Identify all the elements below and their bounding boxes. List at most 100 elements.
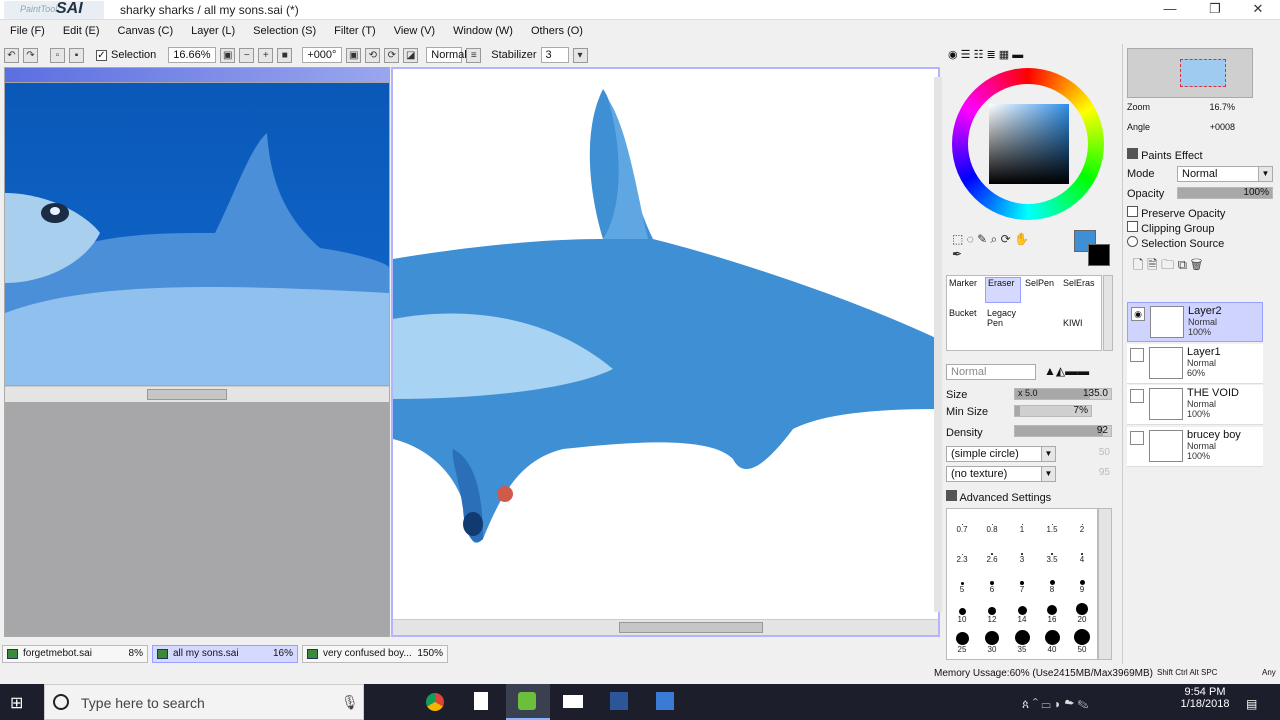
brush-size-cell[interactable]: 6 (977, 571, 1007, 594)
brush-size-cell[interactable]: 3 (1007, 541, 1037, 564)
selection-source-radio[interactable] (1127, 236, 1138, 247)
brush-size-cell[interactable]: 25 (947, 631, 977, 654)
brush-size-cell[interactable]: 40 (1037, 630, 1067, 654)
taskbar-clock[interactable]: 9:54 PM 1/18/2018 (1172, 686, 1238, 710)
brush-size-cell[interactable]: 14 (1007, 601, 1037, 624)
brush-size-cell[interactable]: 9 (1067, 571, 1097, 594)
tool-legacy-pen[interactable]: Legacy Pen (987, 308, 1017, 328)
menu-selection[interactable]: Selection (S) (243, 25, 324, 37)
deselect-icon[interactable]: ▫ (50, 47, 65, 63)
brush-size-cell[interactable]: 10 (947, 601, 977, 624)
microphone-icon[interactable]: 🎙 (341, 694, 359, 711)
brush-size-cell[interactable]: 7 (1007, 571, 1037, 594)
brush-size-cell[interactable]: 50 (1067, 629, 1097, 654)
menu-edit[interactable]: Edit (E) (53, 25, 108, 37)
document-tab[interactable]: all my sons.sai 16% (152, 645, 298, 663)
selection-tool-icons[interactable]: ⬚ ◌ ✎ ⌕ ⟳ ✋ ✒ (952, 232, 1040, 266)
notification-icon[interactable]: ▤ (1246, 697, 1257, 711)
layer-row[interactable]: ◉ Layer2 Normal 100% (1127, 302, 1263, 342)
minimize-button[interactable]: — (1148, 0, 1192, 20)
document-tab[interactable]: very confused boy... 150% (302, 645, 448, 663)
menu-window[interactable]: Window (W) (443, 25, 521, 37)
tool-kiwi[interactable]: KIWI (1063, 318, 1083, 328)
mail-icon[interactable] (552, 684, 596, 720)
main-canvas-window[interactable] (391, 67, 942, 637)
brush-size-cell[interactable]: 0.8 (977, 511, 1007, 534)
eye-icon[interactable] (1130, 348, 1144, 362)
brush-size-cell[interactable]: 8 (1037, 571, 1067, 594)
menu-others[interactable]: Others (O) (521, 25, 591, 37)
size-slider[interactable]: x 5.0 135.0 (1014, 388, 1112, 400)
tray-icons[interactable]: ጰ ⌃ ▭ ◗ ☁ ✎ (1022, 697, 1088, 712)
opacity-slider[interactable]: 100% (1177, 187, 1273, 199)
invert-selection-icon[interactable]: ▪ (69, 47, 84, 63)
secondary-canvas-hscroll-thumb[interactable] (147, 389, 227, 400)
tool-seleras[interactable]: SelEras (1063, 278, 1095, 288)
menu-view[interactable]: View (V) (384, 25, 443, 37)
layer-row[interactable]: Layer1 Normal 60% (1127, 344, 1263, 384)
undo-icon[interactable]: ↶ (4, 47, 19, 63)
brush-tip-shape-icons[interactable]: ▲◭▬▬ (1044, 364, 1112, 380)
layer-action-icons[interactable]: 🗋 🗎 🗀 ⧉ 🗑 (1133, 256, 1273, 292)
preserve-opacity-checkbox[interactable] (1127, 206, 1138, 217)
tool-eraser[interactable]: Eraser (985, 277, 1021, 303)
selection-checkbox[interactable]: ✓ (96, 49, 107, 61)
advanced-settings-toggle[interactable]: Advanced Settings (946, 490, 1051, 504)
rotate-reset-icon[interactable]: ▣ (346, 47, 362, 63)
navigator-zoom-value[interactable]: 16.7% (1183, 102, 1235, 112)
file-icon[interactable] (460, 684, 504, 720)
brush-size-cell[interactable]: 16 (1037, 601, 1067, 624)
redo-icon[interactable]: ↷ (23, 47, 38, 63)
word-icon[interactable] (598, 684, 642, 720)
main-canvas-hscroll[interactable] (393, 619, 938, 635)
angle-field[interactable]: +000° (302, 47, 343, 63)
eye-icon[interactable] (1130, 431, 1144, 445)
main-canvas-vscroll[interactable] (934, 77, 942, 612)
task-view-icon[interactable] (368, 684, 412, 720)
zoom-field[interactable]: 16.66% (168, 47, 217, 63)
brush-size-cell[interactable]: 2.6 (977, 541, 1007, 564)
brush-size-cell[interactable]: 2.3 (947, 541, 977, 564)
paints-effect-header[interactable]: Paints Effect (1127, 148, 1203, 162)
tool-marker[interactable]: Marker (949, 278, 977, 288)
brush-size-cell[interactable]: 2 (1067, 511, 1097, 534)
windows-start-icon[interactable]: ⊞ (10, 693, 30, 712)
clipping-group-option[interactable]: Clipping Group (1127, 221, 1214, 235)
brush-size-cell[interactable]: 35 (1007, 630, 1037, 654)
menu-layer[interactable]: Layer (L) (181, 25, 243, 37)
zoom-reset-icon[interactable]: ▣ (220, 47, 236, 63)
menu-canvas[interactable]: Canvas (C) (108, 25, 182, 37)
eye-icon[interactable] (1130, 389, 1144, 403)
zoom-out-icon[interactable]: − (239, 47, 255, 63)
document-tab[interactable]: forgetmebot.sai 8% (2, 645, 148, 663)
navigator-angle-value[interactable]: +0008 (1183, 122, 1235, 132)
navigator-viewport[interactable] (1180, 59, 1226, 87)
secondary-color-swatch[interactable] (1088, 244, 1110, 266)
layer-row[interactable]: brucey boy Normal 100% (1127, 427, 1263, 467)
rotate-right-icon[interactable]: ⟳ (384, 47, 400, 63)
brush-size-cell[interactable]: 0.7 (947, 511, 977, 534)
stabilizer-field[interactable]: 3 (540, 47, 569, 63)
blend-mode-field[interactable]: Normal (426, 47, 467, 63)
brush-size-cell[interactable]: 1.5 (1037, 511, 1067, 534)
color-mode-tabs[interactable]: ◉ ☰ ☷ ≣ ▦ ▬ (948, 48, 1068, 62)
preserve-opacity-option[interactable]: Preserve Opacity (1127, 206, 1225, 220)
brush-size-cell[interactable]: 20 (1067, 601, 1097, 624)
blend-mode-menu-icon[interactable]: ≡ (466, 47, 482, 63)
brush-size-cell[interactable]: 30 (977, 631, 1007, 654)
tool-bucket[interactable]: Bucket (949, 308, 977, 318)
clipping-group-checkbox[interactable] (1127, 221, 1138, 232)
layer-row[interactable]: THE VOID Normal 100% (1127, 385, 1263, 425)
brush-size-cell[interactable]: 5 (947, 571, 977, 594)
brush-size-grid-scroll[interactable] (1098, 508, 1112, 660)
density-slider[interactable]: 92 (1014, 425, 1112, 437)
brush-size-cell[interactable]: 3.5 (1037, 541, 1067, 564)
main-canvas-hscroll-thumb[interactable] (619, 622, 763, 633)
brush-size-cell[interactable]: 1 (1007, 511, 1037, 534)
zoom-in-icon[interactable]: + (258, 47, 274, 63)
stabilizer-dropdown-icon[interactable]: ▾ (572, 47, 588, 63)
rotate-left-icon[interactable]: ⟲ (365, 47, 381, 63)
brush-shape-select[interactable]: (simple circle) ▼ (946, 446, 1056, 462)
secondary-canvas-titlebar[interactable] (5, 68, 389, 82)
min-size-slider[interactable]: 7% (1014, 405, 1092, 417)
